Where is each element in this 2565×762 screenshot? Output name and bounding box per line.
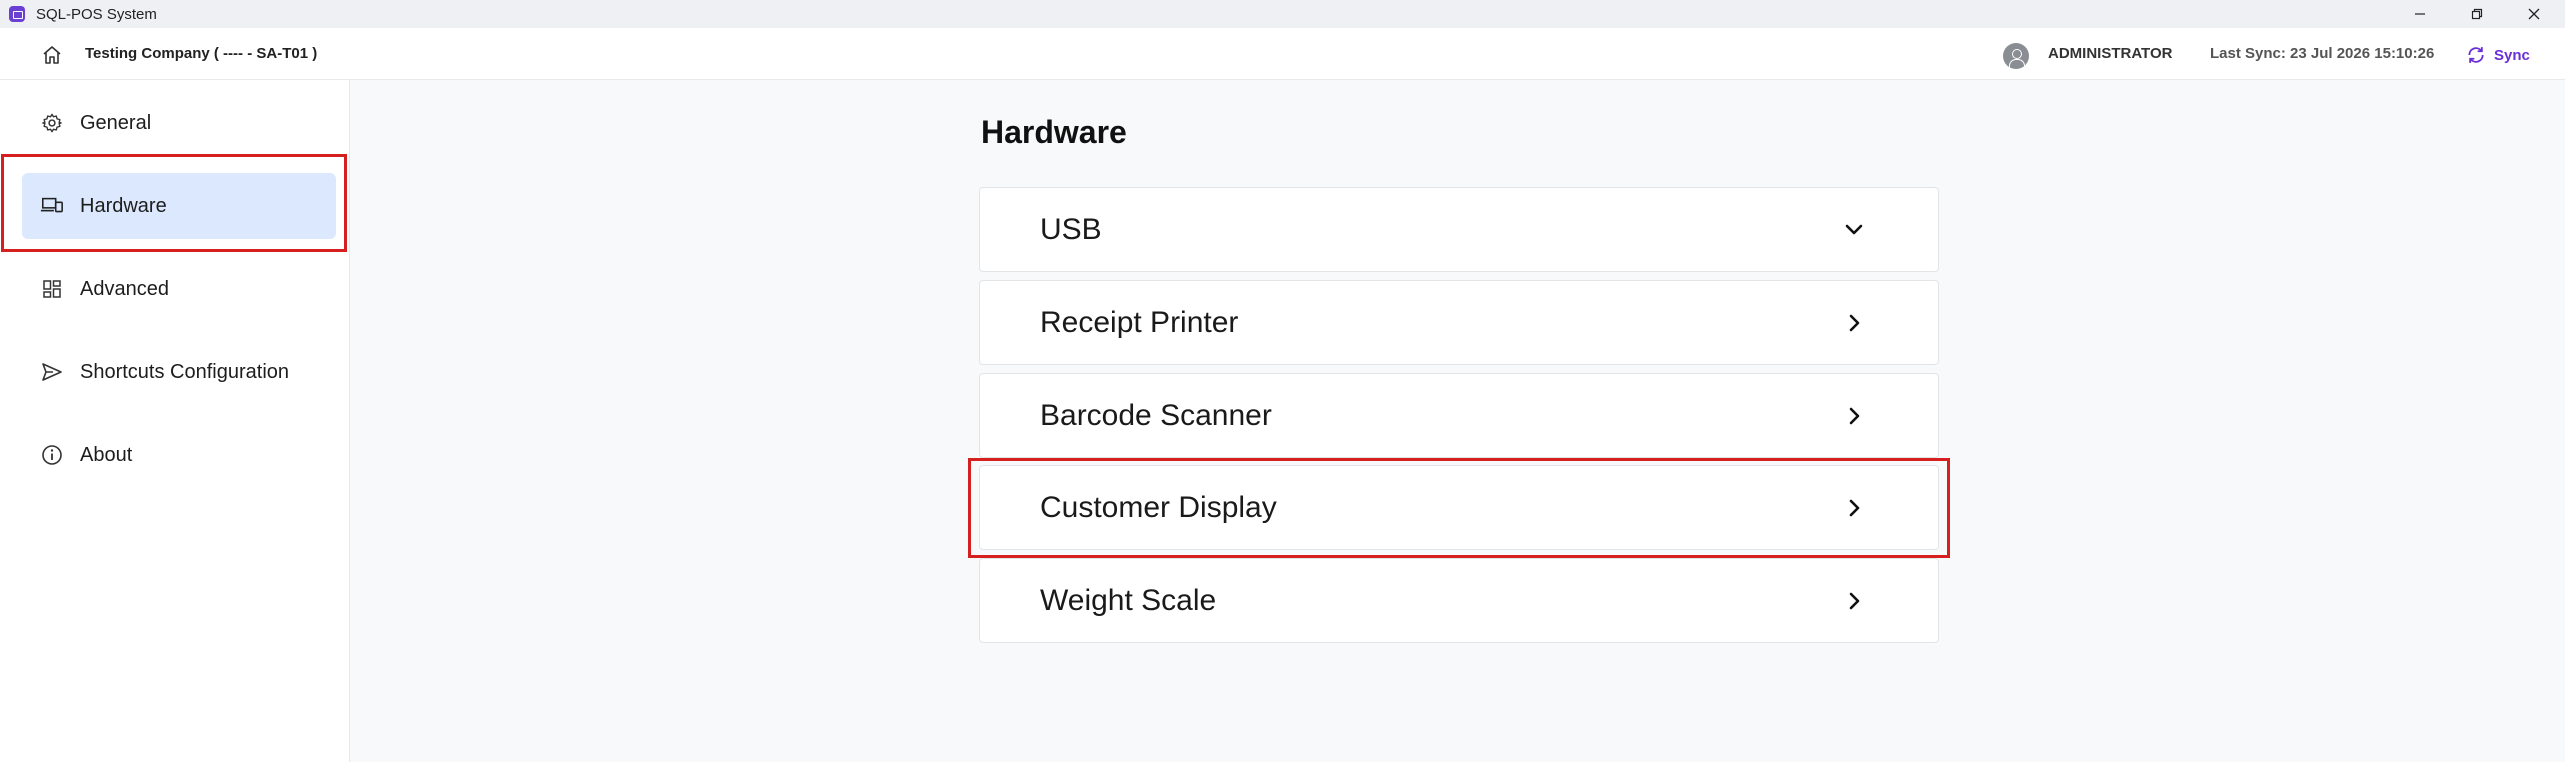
section-usb[interactable]: USB <box>979 187 1939 272</box>
restore-button[interactable] <box>2452 0 2502 28</box>
send-icon <box>39 359 65 385</box>
dashboard-icon <box>39 276 65 302</box>
chevron-right-icon <box>1849 314 1860 332</box>
close-button[interactable] <box>2509 0 2559 28</box>
section-label: Weight Scale <box>1040 583 1217 617</box>
last-sync-status: Last Sync: 23 Jul 2026 15:10:26 <box>2210 45 2435 62</box>
company-name: Testing Company ( ---- - SA-T01 ) <box>85 45 318 62</box>
section-barcode-scanner[interactable]: Barcode Scanner <box>979 373 1939 458</box>
gear-icon <box>39 110 65 136</box>
sidebar-item-label: Advanced <box>80 277 169 300</box>
sidebar-item-label: Shortcuts Configuration <box>80 360 290 383</box>
window-title: SQL-POS System <box>36 6 157 23</box>
home-icon[interactable] <box>40 43 64 67</box>
section-weight-scale[interactable]: Weight Scale <box>979 558 1939 643</box>
sidebar-item-label: About <box>80 443 133 466</box>
restore-icon <box>2471 8 2483 20</box>
sidebar-item-about[interactable]: About <box>22 422 336 488</box>
section-label: Receipt Printer <box>1040 305 1239 339</box>
section-label: Customer Display <box>1040 490 1277 524</box>
chevron-right-icon <box>1849 499 1860 517</box>
app-header: Testing Company ( ---- - SA-T01 ) ADMINI… <box>0 28 2565 80</box>
sidebar-item-shortcuts[interactable]: Shortcuts Configuration <box>22 339 336 405</box>
sidebar-item-label: Hardware <box>80 194 167 217</box>
close-icon <box>2528 8 2540 20</box>
minimize-icon <box>2415 13 2425 15</box>
app-logo-icon <box>9 6 25 22</box>
section-customer-display[interactable]: Customer Display <box>979 465 1939 550</box>
user-avatar-icon[interactable] <box>2003 43 2029 69</box>
sidebar-item-hardware[interactable]: Hardware <box>22 173 336 239</box>
chevron-down-icon <box>1845 224 1863 235</box>
user-name[interactable]: ADMINISTRATOR <box>2048 45 2172 62</box>
section-label: Barcode Scanner <box>1040 398 1272 432</box>
sidebar-item-advanced[interactable]: Advanced <box>22 256 336 322</box>
sidebar-item-general[interactable]: General <box>22 90 336 156</box>
sync-button[interactable]: Sync <box>2466 40 2530 70</box>
chevron-right-icon <box>1849 407 1860 425</box>
section-receipt-printer[interactable]: Receipt Printer <box>979 280 1939 365</box>
chevron-right-icon <box>1849 592 1860 610</box>
settings-sidebar: General Hardware Advanced Shortcuts Conf… <box>0 80 350 762</box>
devices-icon <box>39 193 65 219</box>
sync-label: Sync <box>2494 46 2530 64</box>
window-titlebar: SQL-POS System <box>0 0 2565 28</box>
section-label: USB <box>1040 212 1102 246</box>
page-title: Hardware <box>981 114 1127 150</box>
info-icon <box>39 442 65 468</box>
sidebar-item-label: General <box>80 111 152 134</box>
sync-icon <box>2468 47 2484 63</box>
minimize-button[interactable] <box>2395 0 2445 28</box>
